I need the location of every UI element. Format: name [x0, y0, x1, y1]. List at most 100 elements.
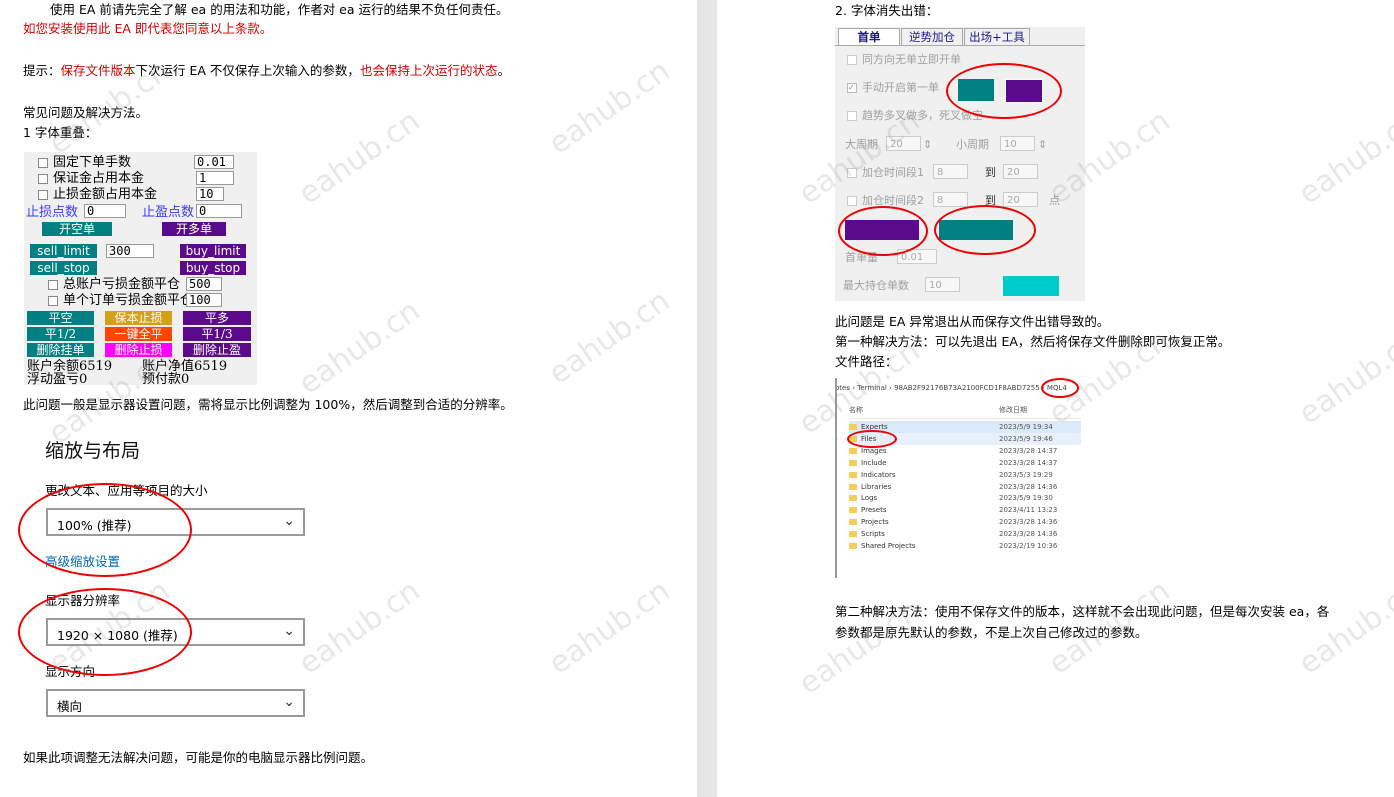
orientation-dropdown[interactable]: 横向 ⌄: [46, 689, 305, 717]
cyan-button-blank: [1003, 276, 1059, 296]
file-name: Projects: [861, 518, 889, 527]
file-row[interactable]: Libraries 2023/3/28 14:36: [849, 481, 1081, 493]
file-name: Logs: [861, 494, 878, 503]
file-row[interactable]: Shared Projects 2023/2/19 10:36: [849, 540, 1081, 552]
sl-label: 止损点数: [26, 205, 79, 220]
highlight-circle: [1041, 378, 1079, 398]
breakeven-button: 保本止损: [105, 311, 172, 325]
document-page-left: 使用 EA 前请先完全了解 ea 的用法和功能，作者对 ea 运行的结果不负任何…: [0, 0, 697, 797]
option-trend-cross: 趋势多叉做多，死叉做空: [847, 109, 983, 123]
checkbox: [48, 279, 58, 290]
folder-icon: [849, 495, 857, 502]
close-third-button: 平1/3: [183, 327, 251, 341]
column-date-header: 修改日期: [999, 406, 1027, 414]
file-date: 2023/2/19 10:36: [999, 542, 1058, 550]
close-short-button: 平空: [27, 311, 94, 325]
float-pnl-readout: 浮动盈亏0: [27, 372, 88, 386]
sell-stop-button: sell_stop: [30, 261, 97, 275]
issue1-description: 此问题一般是显示器设置问题，需将显示比例调整为 100%，然后调整到合适的分辨率…: [23, 397, 513, 412]
tp-input: 0: [196, 204, 242, 218]
divider: [835, 378, 837, 578]
tab-bar: 首单 逆势加仓 出场+工具: [835, 27, 1085, 46]
add-interval1-option: 加仓时间段1: [847, 166, 924, 180]
tab-exit-tools: 出场+工具: [964, 28, 1030, 46]
file-row[interactable]: Include 2023/3/28 14:37: [849, 457, 1081, 469]
sell-limit-button: sell_limit: [30, 244, 97, 258]
highlight-circle: [18, 483, 192, 577]
file-row[interactable]: Projects 2023/3/28 14:36: [849, 516, 1081, 528]
tp-label: 止盈点数: [142, 205, 195, 220]
fixed-lot-option: 固定下单手数: [38, 156, 131, 170]
checkbox: [38, 157, 48, 168]
folder-icon: [849, 531, 857, 538]
folder-icon: [849, 471, 857, 478]
issue1-title: 1 字体重叠：: [23, 125, 98, 140]
file-name: Images: [861, 446, 887, 455]
sl-amount-input: 10: [196, 187, 224, 201]
file-name: Include: [861, 458, 887, 467]
file-date: 2023/5/9 19:30: [999, 494, 1053, 503]
prepaid-readout: 预付款0: [142, 372, 190, 386]
folder-icon: [849, 507, 857, 514]
issue2-desc1: 此问题是 EA 异常退出从而保存文件出错导致的。: [835, 314, 1110, 329]
folder-icon: [849, 459, 857, 466]
highlight-circle: [838, 206, 928, 256]
fixed-lot-input: 0.01: [194, 155, 234, 169]
highlight-circle: [18, 588, 192, 676]
document-page-right: 2. 字体消失出错： 首单 逆势加仓 出场+工具 同方向无单立即开单 ✓ 手动开启…: [717, 0, 1394, 797]
file-date: 2023/3/28 14:36: [999, 482, 1058, 491]
buy-limit-button: buy_limit: [180, 244, 246, 258]
max-orders-label: 最大持仓单数: [843, 279, 909, 292]
settings-title: 缩放与布局: [45, 440, 141, 462]
issue2-desc2: 第一种解决方法：可以先退出 EA，然后将保存文件删除即可恢复正常。: [835, 334, 1231, 349]
chevron-down-icon: ⌄: [283, 623, 295, 639]
delete-pending-button: 删除挂单: [27, 343, 94, 357]
delete-tp-button: 删除止盈: [183, 343, 251, 357]
file-row[interactable]: Indicators 2023/5/3 19:29: [849, 469, 1081, 481]
highlight-circle: [946, 63, 1062, 119]
close-all-button: 一键全平: [105, 327, 172, 341]
close-long-button: 平多: [183, 311, 251, 325]
small-period-input: 10: [1000, 136, 1035, 151]
issue2-desc4: 参数都是原先默认的参数，不是上次自己修改过的参数。: [835, 625, 1148, 640]
tip-line: 提示：保存文件版本下次运行 EA 不仅保存上次输入的参数，也会保持上次运行的状态…: [23, 63, 510, 78]
buy-stop-button: buy_stop: [180, 261, 246, 275]
margin-input: 1: [196, 171, 234, 185]
file-row[interactable]: Logs 2023/5/9 19:30: [849, 492, 1081, 504]
file-name: Libraries: [861, 482, 892, 491]
breadcrumb: otes › Terminal › 98AB2F92176B73A2100FCD…: [835, 384, 1067, 392]
file-row[interactable]: Presets 2023/4/11 13:23: [849, 504, 1081, 516]
file-date: 2023/5/3 19:29: [999, 470, 1053, 479]
disclaimer-line: 使用 EA 前请先完全了解 ea 的用法和功能，作者对 ea 运行的结果不负任何…: [50, 2, 509, 17]
file-name: Scripts: [861, 530, 885, 539]
folder-icon: [849, 424, 857, 430]
chevron-down-icon: ⌄: [283, 694, 295, 710]
issue2-desc3: 第二种解决方法：使用不保存文件的版本，这样就不会出现此问题，但是每次安装 ea，…: [835, 604, 1330, 619]
open-long-button: 开多单: [162, 222, 226, 236]
checkbox: [38, 173, 48, 184]
add-interval1-from: 8: [933, 164, 968, 179]
folder-icon: [849, 519, 857, 526]
ea-panel-overlap-screenshot: 固定下单手数 0.01 保证金占用本金 1 止损金额占用本金 10 止损点数 0…: [24, 152, 257, 385]
column-name-header: 名称: [849, 406, 863, 414]
file-explorer-screenshot: otes › Terminal › 98AB2F92176B73A2100FCD…: [835, 378, 1083, 578]
option-manual-first: ✓ 手动开启第一单: [847, 81, 939, 94]
delete-sl-button: 删除止损: [105, 343, 172, 357]
open-short-button: 开空单: [42, 222, 112, 236]
single-loss-option: 单个订单亏损金额平仓: [48, 294, 193, 308]
account-loss-input: 500: [186, 277, 222, 291]
file-date: 2023/3/28 14:36: [999, 530, 1058, 539]
folder-icon: [849, 447, 857, 454]
checkbox: [38, 189, 48, 200]
file-row[interactable]: Scripts 2023/3/28 14:36: [849, 528, 1081, 540]
issue2-title: 2. 字体消失出错：: [835, 3, 939, 18]
footer-note: 如果此项调整无法解决问题，可能是你的电脑显示器比例问题。: [23, 750, 374, 765]
add-interval2-from: 8: [933, 192, 968, 207]
close-half-button: 平1/2: [27, 327, 94, 341]
highlight-circle: [847, 430, 897, 448]
margin-option: 保证金占用本金: [38, 172, 144, 186]
add-interval2-to: 20: [1003, 192, 1038, 207]
small-period-label: 小周期: [956, 138, 989, 151]
file-date: 2023/3/28 14:37: [999, 458, 1058, 467]
tab-first-order: 首单: [838, 28, 900, 46]
